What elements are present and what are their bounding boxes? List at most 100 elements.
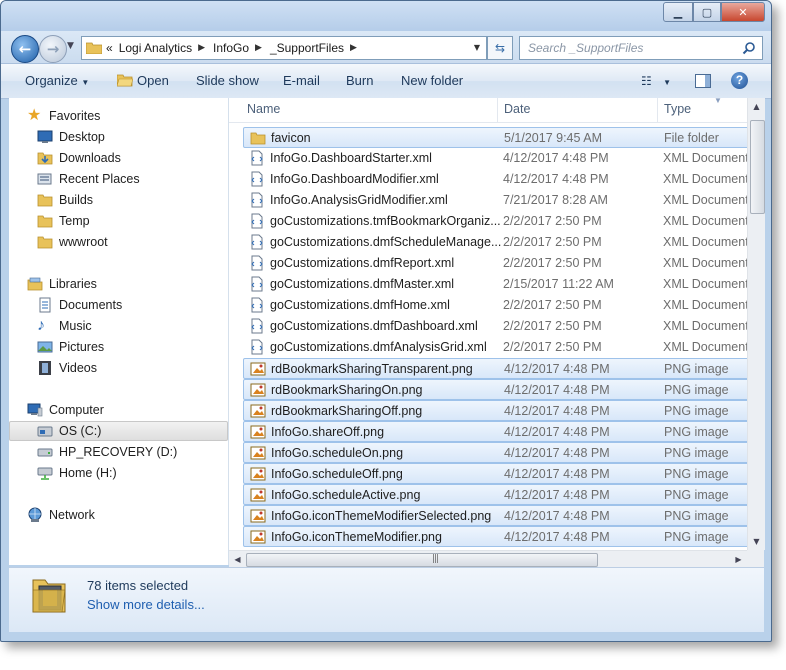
close-button[interactable]: ✕ xyxy=(721,2,765,22)
file-row[interactable]: rdBookmarkSharingOn.png 4/12/2017 4:48 PM… xyxy=(243,379,747,400)
file-row[interactable]: InfoGo.shareOff.png 4/12/2017 4:48 PM PNG … xyxy=(243,421,747,442)
minimize-button[interactable]: ▁ xyxy=(663,2,693,22)
nav-recovery-drive[interactable]: HP_RECOVERY (D:) xyxy=(37,442,255,462)
nav-desktop[interactable]: Desktop xyxy=(37,127,255,147)
scroll-left-arrow[interactable]: ◀ xyxy=(229,551,246,568)
folder-icon xyxy=(37,194,53,207)
nav-libraries[interactable]: Libraries xyxy=(27,274,245,294)
breadcrumb-separator[interactable]: ▶ xyxy=(350,43,357,53)
file-row[interactable]: InfoGo.iconThemeModifierSelected.png 4/12… xyxy=(243,505,747,526)
new-folder-button[interactable]: New folder xyxy=(401,73,463,88)
column-type[interactable]: Type xyxy=(664,102,691,116)
file-name: goCustomizations.dmfMaster.xml xyxy=(270,277,455,291)
nav-videos[interactable]: Videos xyxy=(37,358,255,378)
file-row[interactable]: InfoGo.scheduleOff.png 4/12/2017 4:48 PM P… xyxy=(243,463,747,484)
open-button[interactable]: Open xyxy=(117,73,169,88)
nav-wwwroot[interactable]: wwwroot xyxy=(37,232,255,252)
show-more-details-link[interactable]: Show more details... xyxy=(87,597,205,612)
horizontal-scroll-thumb[interactable]: ||| xyxy=(246,553,598,567)
nav-network[interactable]: Network xyxy=(27,505,245,525)
file-row[interactable]: favicon 5/1/2017 9:45 AM File folder xyxy=(243,127,747,148)
file-date: 4/12/2017 4:48 PM xyxy=(504,445,610,460)
organize-button[interactable]: Organize ▼ xyxy=(25,73,89,88)
preview-pane-button[interactable] xyxy=(695,74,711,88)
file-row[interactable]: InfoGo.DashboardStarter.xml 4/12/2017 4:4… xyxy=(243,148,747,168)
file-row[interactable]: rdBookmarkSharingTransparent.png 4/12/201… xyxy=(243,358,747,379)
nav-music[interactable]: ♪ Music xyxy=(37,316,255,336)
breadcrumb-supportfiles[interactable]: _SupportFiles xyxy=(270,41,344,55)
slide-show-button[interactable]: Slide show xyxy=(196,73,259,88)
png-image-icon xyxy=(250,466,266,482)
maximize-button[interactable]: ▢ xyxy=(693,2,721,22)
nav-documents[interactable]: Documents xyxy=(37,295,255,315)
png-image-icon xyxy=(250,529,266,545)
file-row[interactable]: InfoGo.scheduleActive.png 4/12/2017 4:48 … xyxy=(243,484,747,505)
email-button[interactable]: E-mail xyxy=(283,73,320,88)
nav-label: wwwroot xyxy=(59,235,108,249)
nav-label: Recent Places xyxy=(59,172,140,186)
title-bar[interactable]: ▁ ▢ ✕ xyxy=(1,1,771,31)
breadcrumb-logi-analytics[interactable]: Logi Analytics xyxy=(119,41,192,55)
file-row[interactable]: goCustomizations.tmfBookmarkOrganiz... 2/… xyxy=(243,211,747,231)
nav-recent-places[interactable]: Recent Places xyxy=(37,169,255,189)
file-row[interactable]: goCustomizations.dmfAnalysisGrid.xml 2/2/… xyxy=(243,337,747,357)
file-row[interactable]: InfoGo.AnalysisGridModifier.xml 7/21/2017… xyxy=(243,190,747,210)
file-type: PNG image xyxy=(664,361,729,376)
file-row[interactable]: goCustomizations.dmfMaster.xml 2/15/2017 … xyxy=(243,274,747,294)
nav-builds[interactable]: Builds xyxy=(37,190,255,210)
file-row[interactable]: rdBookmarkSharingOff.png 4/12/2017 4:48 P… xyxy=(243,400,747,421)
scroll-down-arrow[interactable]: ▼ xyxy=(748,533,765,550)
file-date: 4/12/2017 4:48 PM xyxy=(504,424,610,439)
search-icon[interactable] xyxy=(742,41,756,55)
recent-pages-dropdown[interactable]: ▼ xyxy=(67,41,74,51)
file-row[interactable]: goCustomizations.dmfReport.xml 2/2/2017 2… xyxy=(243,253,747,273)
file-row[interactable]: InfoGo.scheduleOn.png 4/12/2017 4:48 PM PN… xyxy=(243,442,747,463)
burn-button[interactable]: Burn xyxy=(346,73,373,88)
search-placeholder[interactable]: Search _SupportFiles xyxy=(528,41,742,55)
refresh-button[interactable]: ⇆ xyxy=(487,36,513,60)
scroll-right-arrow[interactable]: ▶ xyxy=(730,551,747,568)
nav-pictures[interactable]: Pictures xyxy=(37,337,255,357)
file-row[interactable]: goCustomizations.dmfHome.xml 2/2/2017 2:5… xyxy=(243,295,747,315)
file-row[interactable]: goCustomizations.dmfDashboard.xml 2/2/201… xyxy=(243,316,747,336)
breadcrumb-separator[interactable]: ▶ xyxy=(198,43,205,53)
music-icon: ♪ xyxy=(37,317,45,334)
slide-show-label: Slide show xyxy=(196,73,259,88)
address-dropdown-icon[interactable]: ▼ xyxy=(474,43,480,52)
help-button[interactable]: ? xyxy=(731,72,748,89)
breadcrumb-infogo[interactable]: InfoGo xyxy=(213,41,249,55)
column-date[interactable]: Date xyxy=(504,102,530,116)
horizontal-scrollbar[interactable]: ◀ ||| ▶ xyxy=(229,550,747,568)
forward-button[interactable]: → xyxy=(39,35,67,63)
file-date: 4/12/2017 4:48 PM xyxy=(504,466,610,481)
file-name: goCustomizations.dmfReport.xml xyxy=(270,256,455,270)
change-view-button[interactable]: ☷ ▼ xyxy=(641,74,671,88)
file-type: PNG image xyxy=(664,508,729,523)
nav-downloads[interactable]: Downloads xyxy=(37,148,255,168)
xml-file-icon xyxy=(249,234,265,250)
file-row[interactable]: goCustomizations.dmfScheduleManage... 2/2… xyxy=(243,232,747,252)
search-box[interactable]: Search _SupportFiles xyxy=(519,36,763,60)
forward-arrow-icon: → xyxy=(46,40,60,58)
column-divider[interactable] xyxy=(657,98,658,122)
chevron-down-icon: ▼ xyxy=(81,78,90,87)
file-row[interactable]: InfoGo.DashboardModifier.xml 4/12/2017 4:… xyxy=(243,169,747,189)
nav-home-drive[interactable]: Home (H:) xyxy=(37,463,255,483)
file-row[interactable]: InfoGo.iconThemeModifier.png 4/12/2017 4:… xyxy=(243,526,747,547)
back-button[interactable]: ← xyxy=(11,35,39,63)
scroll-up-arrow[interactable]: ▲ xyxy=(748,98,765,115)
nav-temp[interactable]: Temp xyxy=(37,211,255,231)
nav-favorites[interactable]: ★ Favorites xyxy=(27,106,245,126)
breadcrumb-separator[interactable]: ▶ xyxy=(255,43,262,53)
file-name: favicon xyxy=(271,130,311,145)
help-icon: ? xyxy=(735,73,744,87)
address-overflow[interactable]: « xyxy=(106,41,113,55)
address-bar[interactable]: « Logi Analytics ▶ InfoGo ▶ _SupportFile… xyxy=(81,36,487,60)
vertical-scrollbar[interactable]: ▲ ▼ xyxy=(747,98,765,550)
column-name[interactable]: Name xyxy=(247,102,280,116)
nav-os-drive[interactable]: OS (C:) xyxy=(9,421,228,441)
column-divider[interactable] xyxy=(497,98,498,122)
nav-label: Builds xyxy=(59,193,94,207)
vertical-scroll-thumb[interactable] xyxy=(750,120,765,214)
nav-computer[interactable]: Computer xyxy=(27,400,245,420)
